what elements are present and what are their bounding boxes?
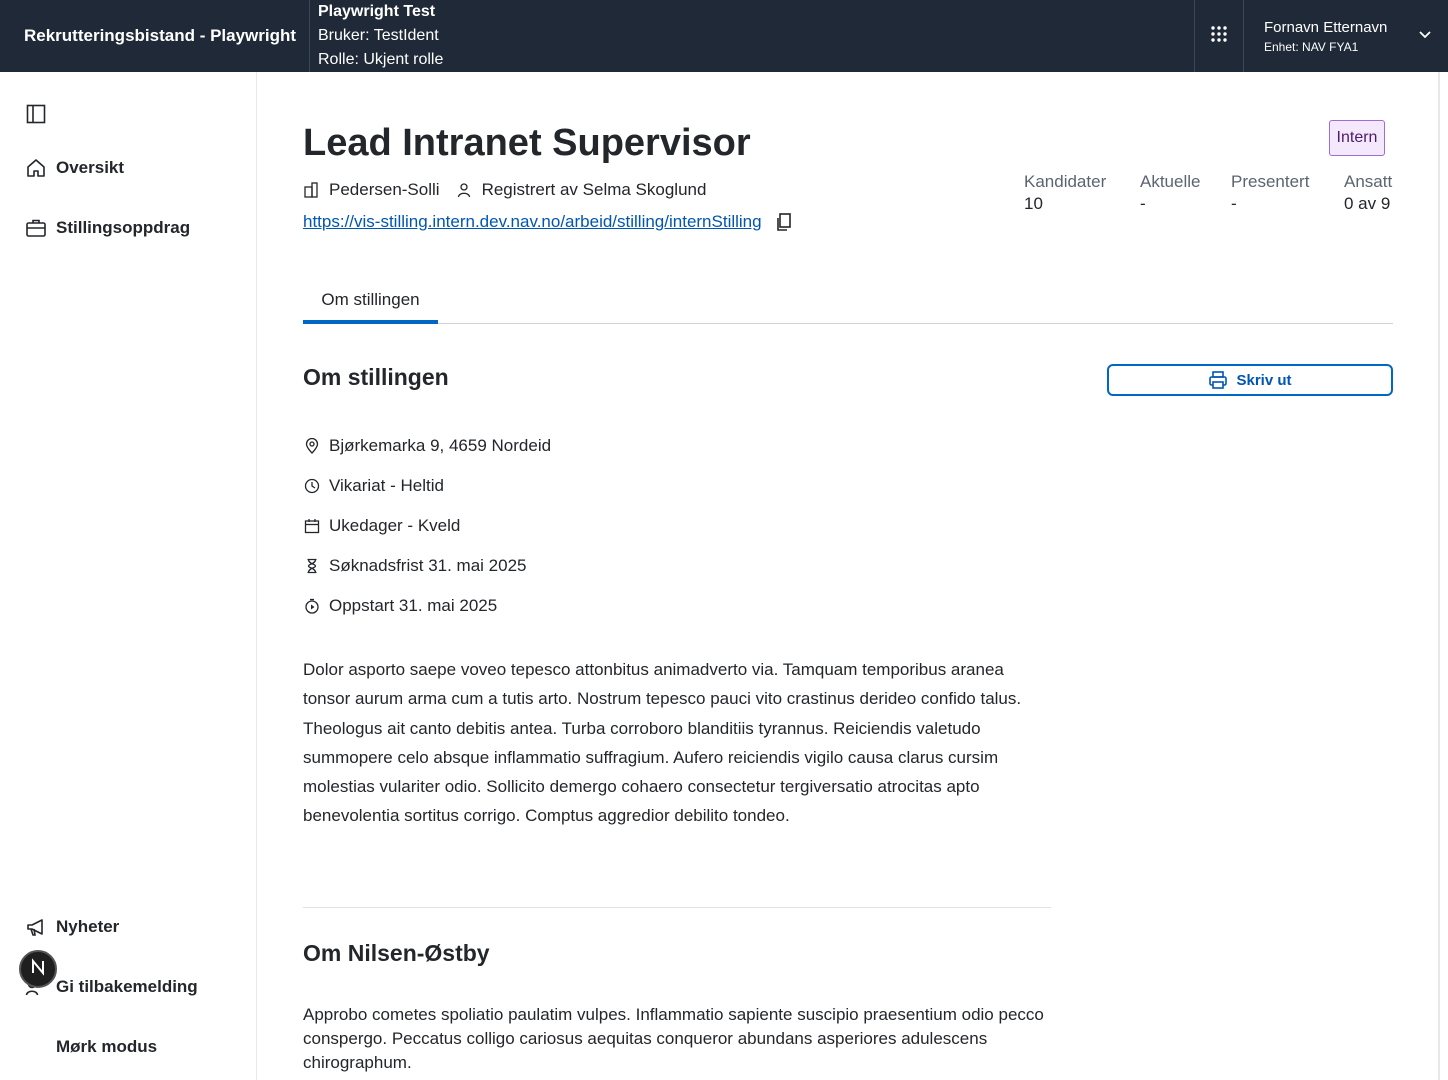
stat-label: Kandidater — [1024, 172, 1107, 191]
fact-address: Bjørkemarka 9, 4659 Nordeid — [303, 426, 551, 466]
app-menu-button[interactable] — [1194, 0, 1244, 72]
user-unit: Enhet: NAV FYA1 — [1264, 39, 1359, 54]
sidebar-item-label: Nyheter — [56, 917, 120, 936]
fact-text: Ukedager - Kveld — [329, 516, 461, 535]
sidebar-toggle-button[interactable] — [24, 102, 48, 126]
section-heading-employer: Om Nilsen-Østby — [303, 940, 490, 966]
n-logo-icon — [27, 956, 49, 983]
stat-value: 10 — [1024, 194, 1043, 213]
tab-om-stillingen[interactable]: Om stillingen — [303, 280, 438, 324]
dev-tools-button[interactable] — [19, 950, 57, 988]
top-header: Rekrutteringsbistand - Playwright Playwr… — [0, 0, 1448, 72]
environment-info: Playwright Test Bruker: TestIdent Rolle:… — [310, 0, 443, 72]
copy-icon[interactable] — [774, 212, 794, 232]
sidebar-item-label: Gi tilbakemelding — [56, 977, 198, 996]
calendar-icon — [303, 517, 321, 535]
stopwatch-icon — [303, 597, 321, 615]
print-button[interactable]: Skriv ut — [1107, 364, 1393, 396]
employer-name: Pedersen-Solli — [329, 180, 440, 199]
app-title[interactable]: Rekrutteringsbistand - Playwright — [0, 0, 310, 72]
fact-text: Oppstart 31. mai 2025 — [329, 596, 498, 615]
environment-title: Playwright Test — [318, 3, 436, 20]
fact-text: Søknadsfrist 31. mai 2025 — [329, 556, 527, 575]
section-heading-about: Om stillingen — [303, 364, 449, 390]
stat-label: Ansatt — [1344, 172, 1393, 191]
person-icon — [456, 181, 474, 199]
sidebar: Oversikt Stillingsoppdrag Nyheter Gi til… — [0, 72, 257, 1080]
fact-text: Vikariat - Heltid — [329, 476, 444, 495]
moon-icon — [24, 1035, 48, 1059]
employer-description: Approbo cometes spoliatio paulatim vulpe… — [303, 1005, 1044, 1072]
job-meta: Pedersen-Solli Registrert av Selma Skogl… — [303, 180, 706, 200]
registered-by: Registrert av Selma Skoglund — [481, 180, 707, 199]
sidebar-item-stillingsoppdrag[interactable]: Stillingsoppdrag — [24, 214, 190, 242]
print-button-label: Skriv ut — [1236, 371, 1292, 389]
grid-icon — [1210, 25, 1228, 48]
stat-label: Presentert — [1231, 172, 1310, 191]
stat-aktuelle: Aktuelle - — [1140, 172, 1200, 214]
environment-role: Rolle: Ukjent rolle — [318, 51, 444, 68]
section-divider — [303, 907, 1051, 908]
job-description: Dolor asporto saepe voveo tepesco attonb… — [303, 660, 1022, 826]
location-pin-icon — [303, 437, 321, 455]
fact-application-deadline: Søknadsfrist 31. mai 2025 — [303, 546, 551, 586]
sidebar-item-oversikt[interactable]: Oversikt — [24, 154, 124, 182]
sidebar-item-label: Oversikt — [56, 158, 125, 177]
sidebar-item-label: Mørk modus — [56, 1037, 158, 1056]
fact-start-date: Oppstart 31. mai 2025 — [303, 586, 551, 626]
fact-working-days: Ukedager - Kveld — [303, 506, 551, 546]
environment-user: Bruker: TestIdent — [318, 27, 439, 44]
building-icon — [303, 181, 321, 199]
stat-value: 0 av 9 — [1344, 194, 1391, 213]
chevron-down-icon — [1418, 27, 1432, 46]
job-url-link[interactable]: https://vis-stilling.intern.dev.nav.no/a… — [303, 212, 762, 232]
stat-value: - — [1140, 194, 1146, 213]
page-title: Lead Intranet Supervisor — [303, 122, 751, 164]
stat-label: Aktuelle — [1140, 172, 1201, 191]
megaphone-icon — [24, 915, 48, 939]
stat-presentert: Presentert - — [1231, 172, 1309, 214]
hourglass-icon — [303, 557, 321, 575]
main-content: Lead Intranet Supervisor Intern Pedersen… — [258, 72, 1440, 1080]
user-menu-button[interactable]: Fornavn Etternavn Enhet: NAV FYA1 — [1244, 0, 1448, 72]
stat-ansatt: Ansatt 0 av 9 — [1344, 172, 1392, 214]
clock-icon — [303, 477, 321, 495]
tab-list: Om stillingen — [303, 280, 1393, 324]
briefcase-icon — [24, 216, 48, 240]
printer-icon — [1208, 370, 1228, 390]
house-icon — [24, 156, 48, 180]
sidebar-item-nyheter[interactable]: Nyheter — [24, 913, 119, 941]
sidebar-item-label: Stillingsoppdrag — [56, 218, 191, 237]
sidebar-item-mork-modus[interactable]: Mørk modus — [24, 1033, 157, 1061]
user-name: Fornavn Etternavn — [1264, 18, 1388, 36]
job-link-row: https://vis-stilling.intern.dev.nav.no/a… — [303, 212, 794, 232]
fact-employment-type: Vikariat - Heltid — [303, 466, 551, 506]
stat-kandidater: Kandidater 10 — [1024, 172, 1106, 214]
job-facts: Bjørkemarka 9, 4659 Nordeid Vikariat - H… — [303, 426, 551, 626]
stat-value: - — [1231, 194, 1237, 213]
fact-text: Bjørkemarka 9, 4659 Nordeid — [329, 436, 552, 455]
sidebar-panel-icon — [24, 104, 48, 130]
status-badge: Intern — [1329, 120, 1385, 156]
